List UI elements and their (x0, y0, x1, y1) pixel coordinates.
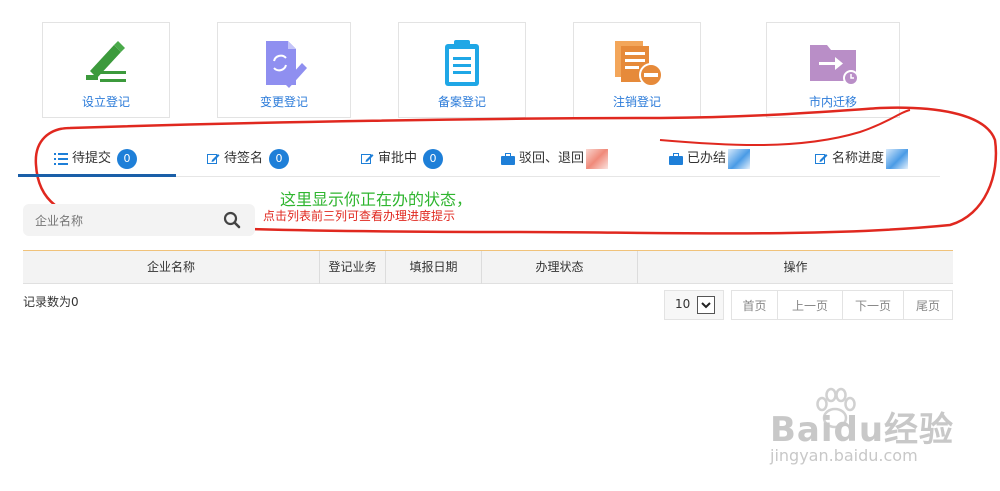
col-header-company[interactable]: 企业名称 (23, 251, 320, 284)
chevron-down-icon (697, 296, 715, 314)
edit-icon (815, 154, 828, 164)
col-header-status[interactable]: 办理状态 (482, 251, 638, 284)
tab-label: 待签名 (224, 151, 264, 166)
tab-label: 已办结 (687, 151, 727, 166)
prev-page-button[interactable]: 上一页 (777, 290, 843, 320)
col-header-business[interactable]: 登记业务 (320, 251, 386, 284)
page-size-value: 10 (675, 297, 691, 311)
tab-label: 待提交 (72, 151, 112, 166)
tab-name-progress[interactable]: 名称进度 (815, 146, 909, 172)
active-tab-underline (18, 174, 176, 177)
tab-label: 名称进度 (832, 151, 885, 166)
briefcase-icon (501, 152, 515, 165)
watermark-url: jingyan.baidu.com (770, 446, 918, 465)
tab-rejected-returned[interactable]: 驳回、退回 (501, 146, 609, 172)
first-page-button[interactable]: 首页 (731, 290, 778, 320)
search-input[interactable] (23, 204, 227, 238)
tab-pending-signature[interactable]: 待签名 0 (207, 146, 290, 172)
annotation-sub-text: 点击列表前三列可查看办理进度提示 (263, 209, 456, 223)
table-header: 企业名称 登记业务 填报日期 办理状态 操作 (23, 250, 953, 284)
pixelated-badge (886, 148, 909, 169)
edit-icon (361, 154, 374, 164)
last-page-button[interactable]: 尾页 (903, 290, 953, 320)
briefcase-icon (669, 152, 683, 165)
count-badge: 0 (269, 148, 290, 169)
tab-label: 审批中 (378, 151, 418, 166)
tab-under-review[interactable]: 审批中 0 (361, 146, 444, 172)
list-icon (54, 152, 68, 165)
tab-completed[interactable]: 已办结 (669, 146, 751, 172)
watermark-brand: Baidu经验 (770, 410, 955, 450)
record-count: 记录数为0 (23, 295, 79, 309)
search-box (23, 204, 255, 238)
count-badge: 0 (423, 148, 444, 169)
tabs-divider (176, 176, 940, 177)
edit-icon (207, 154, 220, 164)
page-size-select[interactable]: 10 (664, 290, 724, 320)
tab-label: 驳回、退回 (519, 151, 585, 166)
col-header-date[interactable]: 填报日期 (386, 251, 482, 284)
next-page-button[interactable]: 下一页 (842, 290, 904, 320)
tab-pending-submit[interactable]: 待提交 0 (54, 146, 138, 172)
count-badge: 0 (117, 148, 138, 169)
search-icon[interactable] (223, 211, 241, 229)
col-header-action[interactable]: 操作 (638, 251, 953, 284)
pixelated-badge (586, 148, 609, 169)
pixelated-badge (728, 148, 751, 169)
